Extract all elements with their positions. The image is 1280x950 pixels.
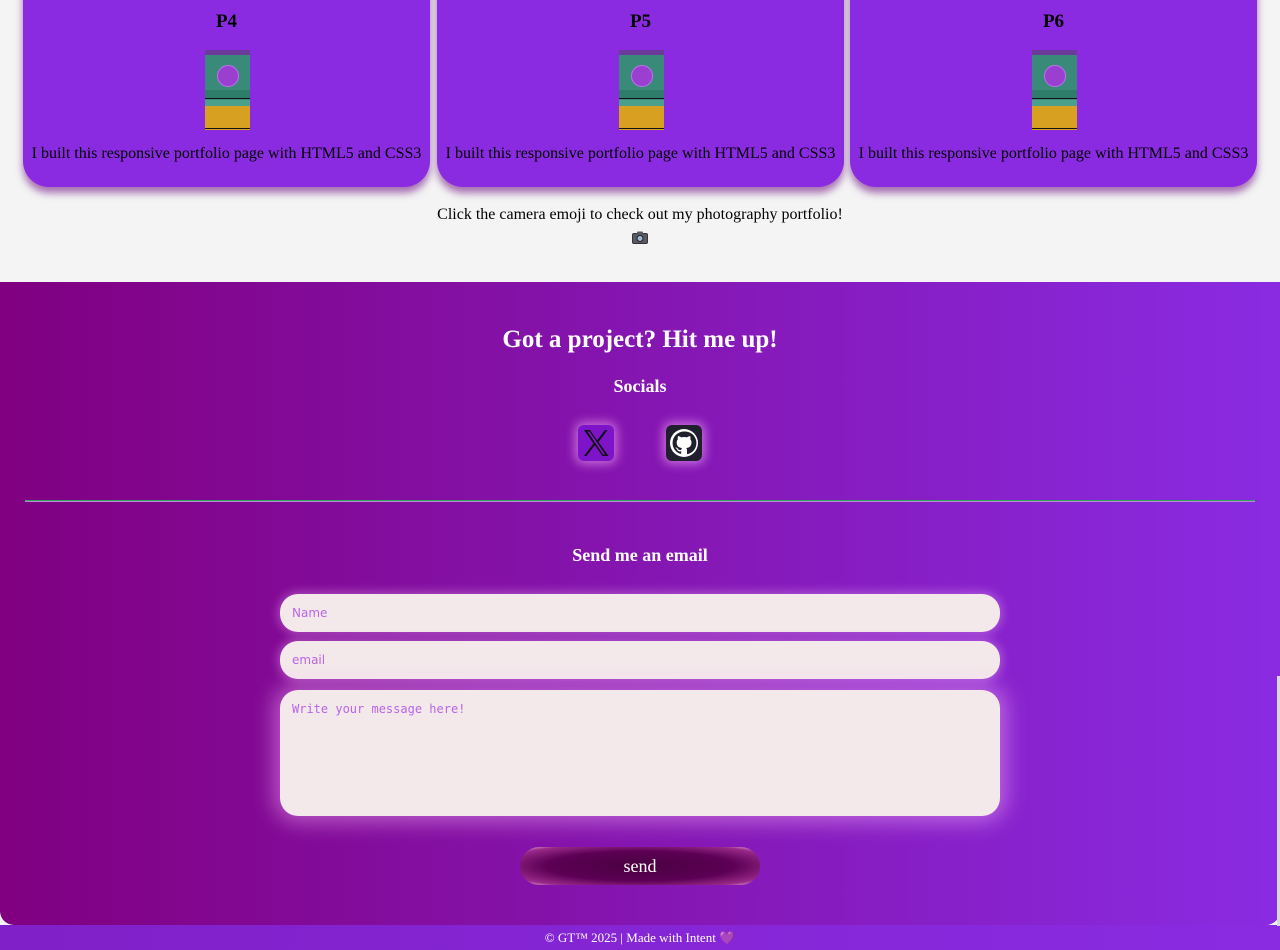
project-card[interactable]: P6 I built this responsive portfolio pag… — [850, 0, 1257, 187]
photography-prompt: Click the camera emoji to check out my p… — [437, 206, 843, 223]
camera-icon[interactable] — [632, 231, 648, 244]
projects-grid: P4 I built this responsive portfolio pag… — [0, 0, 1280, 190]
contact-section: Got a project? Hit me up! Socials Send m… — [0, 282, 1280, 925]
send-button[interactable]: send — [520, 847, 760, 885]
project-title: P5 — [629, 11, 652, 32]
x-social-link[interactable] — [578, 425, 614, 461]
x-icon — [578, 425, 614, 461]
project-thumbnail[interactable] — [1031, 50, 1077, 130]
socials-title: Socials — [613, 376, 667, 396]
email-title: Send me an email — [572, 545, 708, 565]
message-field[interactable] — [280, 690, 1000, 816]
project-description: I built this responsive portfolio page w… — [31, 145, 422, 162]
name-field[interactable] — [280, 594, 1000, 632]
contact-title: Got a project? Hit me up! — [502, 326, 778, 353]
project-description: I built this responsive portfolio page w… — [858, 145, 1249, 162]
email-field[interactable] — [280, 641, 1000, 679]
project-thumbnail[interactable] — [618, 50, 664, 130]
section-divider — [25, 500, 1255, 502]
project-title: P6 — [1042, 11, 1065, 32]
github-social-link[interactable] — [666, 425, 702, 461]
project-thumbnail[interactable] — [204, 50, 250, 130]
project-card[interactable]: P5 I built this responsive portfolio pag… — [437, 0, 844, 187]
footer-text: © GT™ 2025 | Made with Intent 💜 — [544, 930, 736, 945]
github-icon — [666, 425, 702, 461]
project-title: P4 — [215, 11, 238, 32]
project-description: I built this responsive portfolio page w… — [445, 145, 836, 162]
project-card[interactable]: P4 I built this responsive portfolio pag… — [23, 0, 430, 187]
